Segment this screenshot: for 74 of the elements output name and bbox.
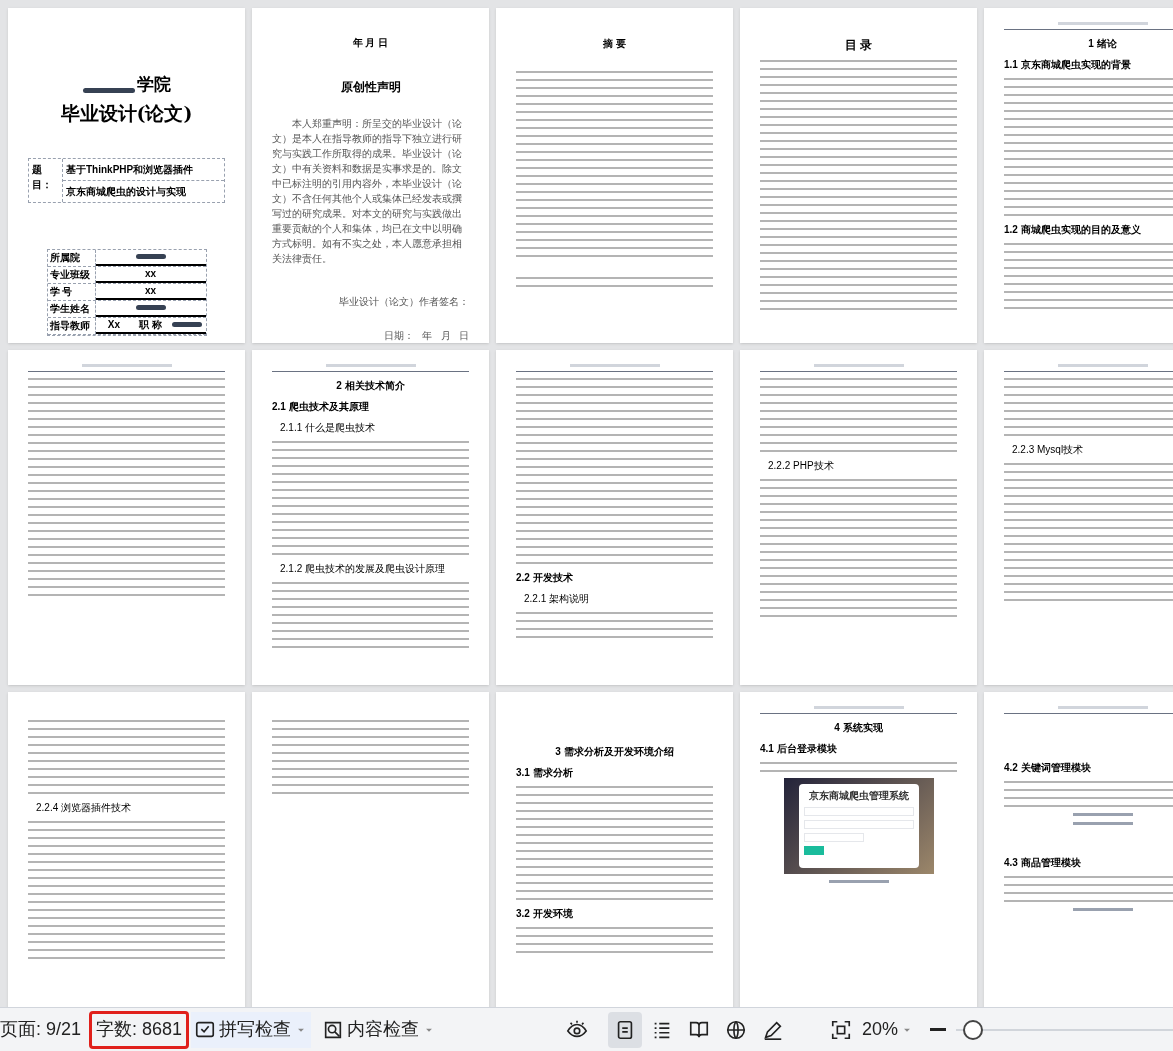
input-field [803,833,864,842]
chapter-heading: 摘 要 [602,37,627,51]
login-button [803,846,824,855]
page-indicator: 页面: 9/21 [0,1018,82,1041]
school-name: 学院 [136,76,171,93]
subsection-heading: 2.2.3 Mysql技术 [1011,443,1085,457]
document-page[interactable]: 目 录 [740,8,977,343]
document-page[interactable]: 摘 要 [496,8,733,343]
chapter-heading: 1 绪论 [1087,37,1118,51]
section-heading: 3.1 需求分析 [516,766,574,780]
table-label: 学 号 [47,283,96,300]
fit-screen-icon [830,1018,853,1041]
figure-caption [1072,822,1133,825]
section-heading: 2.1 爬虫技术及其原理 [272,400,370,414]
minus-icon [930,1028,947,1031]
document-page[interactable]: 2 相关技术简介 2.1 爬虫技术及其原理 2.1.1 什么是爬虫技术 2.1.2 爬虫技术的发展及爬虫设计原理 [252,350,489,685]
section-heading: 3.2 开发环境 [516,907,574,921]
view-mode-button[interactable] [608,1011,643,1048]
subsection-heading: 2.2.2 PHP技术 [767,459,835,473]
subsection-heading: 2.2.1 架构说明 [523,592,591,606]
document-page[interactable]: 1 绪论 1.1 京东商城爬虫实现的背景 1.2 商城爬虫实现的目的及意义 [984,8,1173,343]
section-heading: 2.2 开发技术 [516,571,574,585]
page-title: 目 录 [843,37,874,54]
redacted-mark [82,88,135,93]
document-page[interactable]: 4 系统实现 4.1 后台登录模块 京东商城爬虫管理系统 [740,692,977,1007]
globe-icon [725,1018,748,1041]
redacted-mark [172,322,203,327]
figure-caption [828,880,889,883]
redacted-mark [135,305,166,310]
figure-caption [1072,813,1133,816]
zoom-slider-thumb[interactable] [963,1019,984,1040]
document-page[interactable]: 2.2.4 浏览器插件技术 [8,692,245,1007]
signature-line: 毕业设计（论文）作者签名： [338,294,469,309]
signature-line: 日期： 年 月 日 [383,329,469,343]
document-page[interactable] [252,8,489,343]
document-page[interactable]: 4.2 关键词管理模块 4.3 商品管理模块 [984,692,1173,1007]
chapter-heading: 4 系统实现 [833,721,884,735]
table-value: Xx [107,318,120,332]
thesis-topic: 基于ThinkPHP和浏览器插件 [65,162,195,177]
figure-caption [1072,908,1133,911]
table-value: xx [144,284,157,298]
table-label: 所属院 [47,249,96,266]
table-label: 学生姓名 [47,300,96,317]
section-heading: 4.3 商品管理模块 [1004,856,1082,870]
spell-check-button[interactable]: 拼写检查 [191,1011,312,1048]
table-value: 职 称 [139,318,162,332]
table-label: 指导教师 [47,317,96,334]
document-page[interactable]: 学院 毕业设计(论文) 题目： 基于ThinkPHP和浏览器插件 京东商城爬虫的设计与实现 所属院 专业班级 xx 学 号 xx 学生姓名 指导教师 Xx 职 称 [8,8,245,343]
chapter-heading: 3 需求分析及开发环境介绍 [554,745,675,759]
section-heading: 4.2 关键词管理模块 [1004,761,1092,775]
subsection-heading: 2.1.2 爬虫技术的发展及爬虫设计原理 [279,562,447,576]
subsection-heading: 2.2.4 浏览器插件技术 [35,801,133,815]
login-title: 京东商城爬虫管理系统 [807,789,910,803]
zoom-dropdown[interactable]: 20% [862,1016,915,1043]
word-count: 字数: 8681 [89,1010,190,1049]
table-value: xx [144,267,157,281]
document-page[interactable]: 2.2.3 Mysql技术 [984,350,1173,685]
document-page[interactable]: 3 需求分析及开发环境介绍 3.1 需求分析 3.2 开发环境 [496,692,733,1007]
redacted-mark [135,254,166,259]
subsection-heading: 2.1.1 什么是爬虫技术 [279,421,377,435]
document-page[interactable]: 2.2 开发技术 2.2.1 架构说明 [496,350,733,685]
page-title: 原创性声明 [339,79,402,97]
section-heading: 1.2 商城爬虫实现的目的及意义 [1004,223,1142,237]
chapter-heading: 年 月 日 [351,36,390,51]
content-check-button[interactable]: 内容检查 [319,1011,440,1048]
table-label: 题目： [29,158,63,202]
section-heading: 4.1 后台登录模块 [760,742,838,756]
table-label: 专业班级 [47,266,96,283]
chapter-heading: 2 相关技术简介 [335,379,406,393]
section-heading: 1.1 京东商城爬虫实现的背景 [1004,58,1132,72]
thesis-topic: 京东商城爬虫的设计与实现 [63,179,224,202]
declaration-text: 本人郑重声明：所呈交的毕业设计（论文）是本人在指导教师的指导下独立进行研究与实践工作所取得的成果。毕业设计（论文）中有关资料和数据是实事求是的。除文中已标注明的引用内容外，本毕业设计（论文）不含任何其他个人或集体已经发表或撰写过的研究成果。对本文的研究与实践做出重要贡献的个人和集体，均已在文中以明确方式标明。如有不实之处，本人愿意承担相关法律责任。 [272,116,463,266]
document-page[interactable]: 2.2.2 PHP技术 [740,350,977,685]
thesis-title: 毕业设计(论文) [59,101,194,126]
